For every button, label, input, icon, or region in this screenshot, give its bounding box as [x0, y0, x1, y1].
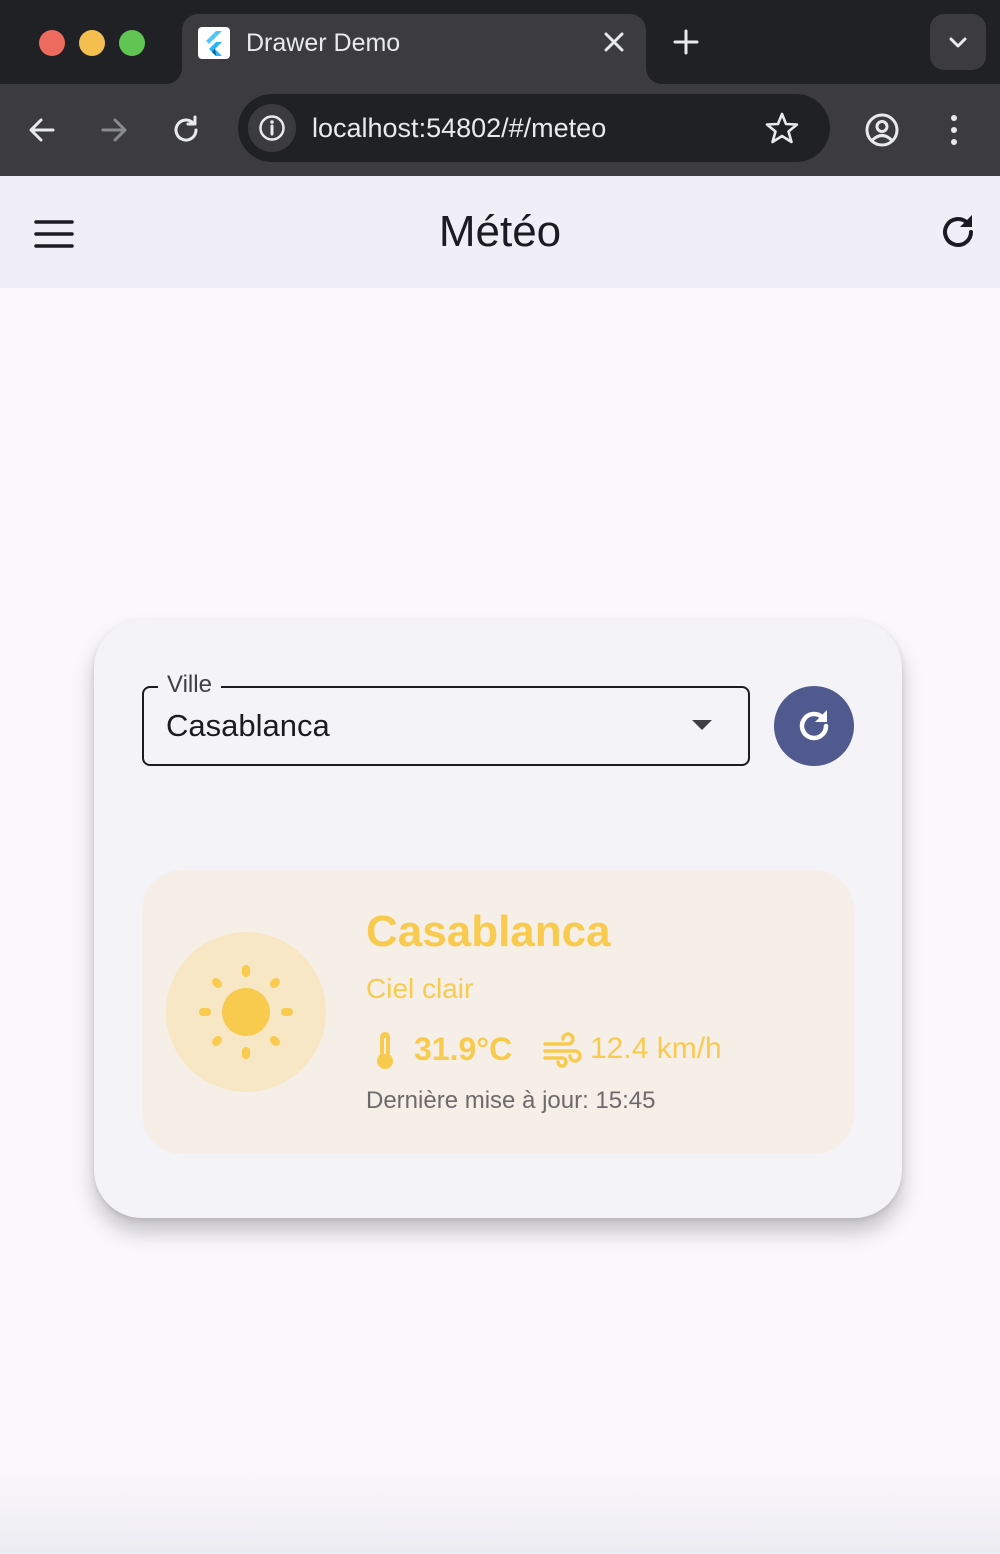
- city-dropdown[interactable]: Ville Casablanca: [142, 670, 750, 766]
- tab-title: Drawer Demo: [246, 29, 401, 57]
- reload-icon[interactable]: [168, 112, 204, 148]
- minimize-window-button[interactable]: [79, 30, 105, 56]
- bottom-shadow: [0, 1470, 1000, 1554]
- site-info-button[interactable]: [248, 104, 296, 152]
- browser-toolbar: localhost:54802/#/meteo: [0, 84, 1000, 176]
- profile-icon[interactable]: [862, 110, 902, 150]
- wind-speed-value: 12.4 km/h: [590, 1032, 722, 1065]
- bookmark-star-icon[interactable]: [764, 110, 800, 146]
- refresh-weather-button[interactable]: [774, 686, 854, 766]
- refresh-icon[interactable]: [936, 210, 980, 254]
- weather-description: Ciel clair: [366, 973, 474, 1004]
- app-window: Drawer Demo localhost:54802/#/meteo Mété…: [0, 0, 1000, 1554]
- new-tab-icon[interactable]: [670, 26, 702, 58]
- weather-result-card: Casablanca Ciel clair 31.9°C 12.4 km/h D…: [142, 870, 854, 1154]
- weather-icon-badge: [166, 932, 326, 1092]
- browser-tabstrip: Drawer Demo: [0, 0, 1000, 84]
- city-selected-value: Casablanca: [166, 708, 330, 743]
- app-bar: Météo: [0, 176, 1000, 288]
- info-icon: [259, 115, 285, 141]
- tab-close-icon[interactable]: [600, 28, 628, 56]
- more-vert-icon[interactable]: [936, 112, 972, 148]
- back-arrow-icon[interactable]: [24, 112, 60, 148]
- maximize-window-button[interactable]: [119, 30, 145, 56]
- temperature-value: 31.9°C: [414, 1031, 513, 1067]
- thermometer-icon: [372, 1030, 398, 1070]
- url-text: localhost:54802/#/meteo: [312, 113, 607, 143]
- wind-icon: [542, 1032, 582, 1068]
- tab-search-button[interactable]: [930, 14, 986, 70]
- chevron-down-icon: [949, 37, 967, 48]
- sun-icon: [199, 965, 293, 1059]
- address-bar[interactable]: localhost:54802/#/meteo: [238, 94, 830, 162]
- page-title: Météo: [438, 207, 562, 256]
- close-window-button[interactable]: [39, 30, 65, 56]
- forward-arrow-icon[interactable]: [96, 112, 132, 148]
- refresh-icon: [799, 710, 829, 741]
- last-updated-text: Dernière mise à jour: 15:45: [366, 1087, 656, 1114]
- dropdown-arrow-icon: [690, 718, 714, 732]
- city-label: Ville: [158, 670, 221, 700]
- weather-city-name: Casablanca: [366, 907, 611, 956]
- weather-panel: Ville Casablanca Casablanca Ciel clair 3…: [94, 620, 902, 1218]
- browser-tab[interactable]: Drawer Demo: [182, 14, 646, 84]
- flutter-logo-icon: [198, 27, 230, 59]
